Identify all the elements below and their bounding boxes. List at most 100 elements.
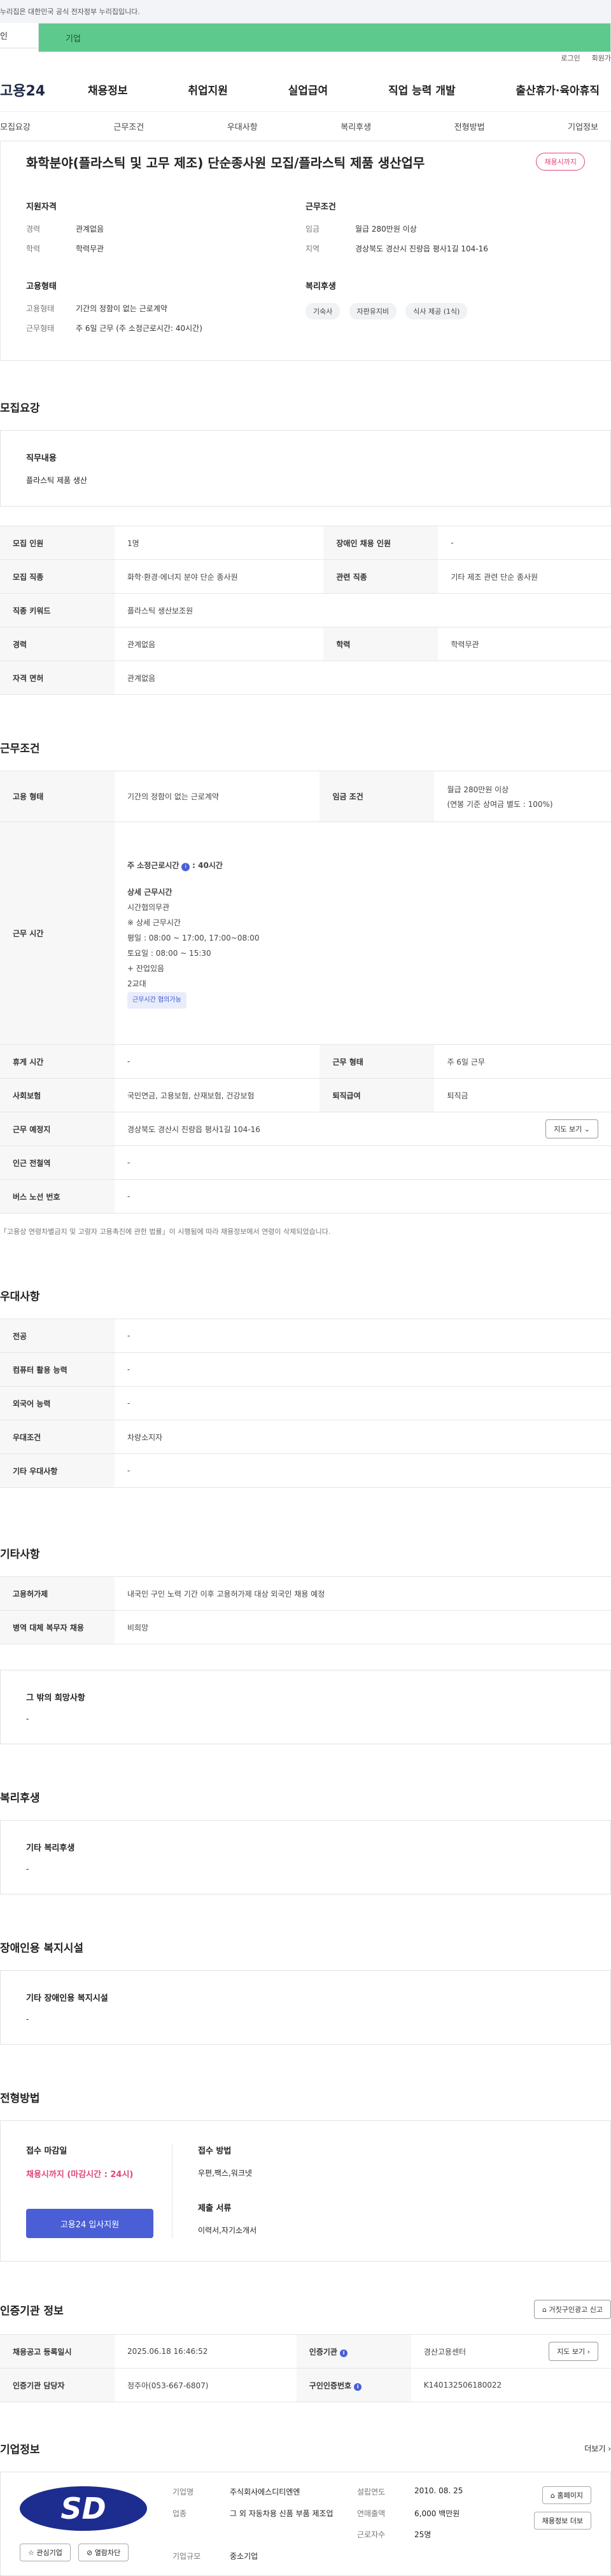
gnb-item-training[interactable]: 직업 능력 개발 [377, 81, 467, 97]
info-icon[interactable]: i [340, 2349, 348, 2357]
gnb-item-jobs[interactable]: 채용정보 [76, 81, 139, 97]
table-cell: 기간의 정함이 없는 근로계약 [115, 771, 320, 822]
tab-company[interactable]: 기업 [38, 23, 611, 52]
table-header: 컴퓨터 활용 능력 [0, 1352, 115, 1387]
signup-link[interactable]: 회원가 [592, 53, 611, 63]
deadline-badge: 채용시까지 [536, 153, 585, 171]
table-cell: 차량소지자 [115, 1420, 611, 1454]
homepage-button[interactable]: ⌂ 홈페이지 [542, 2486, 591, 2504]
hours-line: 토요일 : 08:00 ~ 15:30 [127, 949, 211, 958]
table-cell: K140132506180022 [411, 2368, 611, 2402]
favorite-company-button[interactable]: ☆ 관심기업 [20, 2544, 71, 2561]
gnb-item-support[interactable]: 취업지원 [176, 81, 239, 97]
table-row: 외국어 능력 - [0, 1386, 611, 1420]
deadline-value: 채용시까지 (마감시간 : 24시) [26, 2170, 134, 2180]
job-description-box: 직무내용 플라스틱 제품 생산 [0, 430, 611, 507]
tab-person[interactable]: 인 [0, 23, 38, 48]
table-row: 고용허가제 내국인 구인 노력 기간 이후 고용허가제 대상 외국인 채용 예정 [0, 1576, 611, 1611]
wage-line: (연봉 기준 상여금 별도 : 100%) [447, 799, 553, 809]
prefer-table: 전공 - 컴퓨터 활용 능력 - 외국어 능력 - 우대조건 차량소지자 기타 우대사항… [0, 1319, 611, 1488]
table-header: 휴게 시간 [0, 1044, 115, 1079]
table-header: 자격 면허 [0, 661, 115, 695]
section-tabs: 모집요강 근무조건 우대사항 복리후생 전형방법 기업정보 [0, 112, 611, 141]
table-cell: 정주아(053-667-6807) [115, 2368, 297, 2402]
tab-selection[interactable]: 전형방법 [454, 120, 485, 132]
table-header: 장애인 채용 인원 [323, 526, 439, 560]
tab-work[interactable]: 근무조건 [113, 120, 144, 132]
label: 연매출액 [357, 2509, 386, 2518]
table-header: 전공 [0, 1319, 115, 1353]
other-wishes-box: 그 밖의 희망사항 - [0, 1670, 611, 1744]
label: 설립연도 [357, 2488, 386, 2496]
gov-notice-bar: 누리집은 대한민국 공식 전자정부 누리집입니다. [0, 0, 611, 23]
table-header: 직종 키워드 [0, 593, 115, 627]
table-header: 기타 우대사항 [0, 1453, 115, 1488]
table-cell: - [115, 1352, 611, 1387]
table-header: 퇴직급여 [320, 1078, 435, 1112]
value: 경상북도 경산시 진량읍 평사1길 104-16 [355, 244, 488, 253]
etc-section-title: 기타사항 [0, 1548, 40, 1561]
recruit-section-title: 모집요강 [0, 402, 40, 415]
table-header: 채용공고 등록일시 [0, 2334, 115, 2369]
table-cell: 월급 280만원 이상 (연봉 기준 상여금 별도 : 100%) [434, 771, 611, 822]
table-row: 버스 노선 번호 - [0, 1179, 611, 1214]
gnb-item-leave[interactable]: 출산휴가·육아휴직 [504, 81, 611, 97]
tab-company[interactable]: 기업정보 [568, 120, 598, 132]
site-logo[interactable]: 고용24 [0, 80, 76, 100]
label: 근무형태 [26, 324, 55, 333]
etc-table: 고용허가제 내국인 구인 노력 기간 이후 고용허가제 대상 외국인 채용 예정 … [0, 1576, 611, 1644]
welfare-box-title: 기타 복리후생 [26, 1844, 75, 1853]
block-company-button[interactable]: ⊘ 열람차단 [78, 2544, 129, 2561]
hours-line: + 잔업있음 [127, 964, 165, 973]
table-header: 구인인증번호 i [296, 2368, 411, 2402]
table-header: 근무 예정지 [0, 1112, 115, 1146]
table-row: 병역 대체 복무자 채용 비희망 [0, 1610, 611, 1644]
company-info-grid: 기업명 주식회사에스디티엔엔 설립연도 2010. 08. 25 업종 그 외 … [172, 2486, 534, 2561]
table-row: 근무 예정지 경상북도 경산시 진량읍 평사1길 104-16 지도 보기 ⌄ [0, 1112, 611, 1146]
table-header: 학력 [323, 627, 439, 661]
agency-section-title: 인증기관 정보 [0, 2304, 64, 2318]
hours-line: ※ 상세 근무시간 [127, 918, 181, 927]
info-icon[interactable]: i [354, 2383, 362, 2391]
tab-welfare[interactable]: 복리후생 [341, 120, 371, 132]
welfare-section-title: 복리후생 [0, 1792, 40, 1805]
false-ad-report-button[interactable]: ⌂ 거짓구인광고 신고 [534, 2300, 611, 2319]
value: 관계없음 [76, 225, 104, 234]
docs-label: 제출 서류 [198, 2204, 232, 2213]
apply-button[interactable]: 고용24 입사지원 [26, 2209, 153, 2238]
table-cell: 기타 제조 관련 단순 종사원 [438, 559, 611, 594]
tab-recruit[interactable]: 모집요강 [0, 120, 31, 132]
job-description-text: 플라스틱 제품 생산 [26, 476, 87, 485]
hours-line: 2교대 [127, 979, 146, 988]
company-jobs-button[interactable]: 채용정보 더보 [533, 2512, 591, 2530]
job-title: 화학분야(플라스틱 및 고무 제조) 단순종사원 모집/플라스틱 제품 생산업무 [26, 155, 425, 171]
workers-value: 25명 [414, 2530, 432, 2539]
label: 근로자수 [357, 2530, 386, 2539]
age-law-note: 「고용상 연령차별금지 및 고령자 고용촉진에 관한 법률」이 시행됨에 따라 … [0, 1228, 331, 1236]
info-icon[interactable]: i [181, 863, 190, 871]
label: 임금 [306, 225, 320, 234]
table-header: 모집 직종 [0, 559, 115, 594]
agency-map-button[interactable]: 지도 보기 › [549, 2342, 598, 2361]
disabled-facility-box-text: - [26, 2015, 29, 2024]
label: 고용형태 [26, 304, 55, 313]
favorite-label: 관심기업 [36, 2549, 62, 2557]
other-wishes-title: 그 밖의 희망사항 [26, 1693, 85, 1703]
login-link[interactable]: 로그인 [561, 53, 580, 63]
table-cell: 주 6일 근무 [434, 1044, 611, 1079]
company-more-link[interactable]: 더보기 › [584, 2443, 611, 2454]
table-header: 인증기관 담당자 [0, 2368, 115, 2402]
table-row: 채용공고 등록일시 2025.06.18 16:46:52 인증기관 i 경산고… [0, 2334, 611, 2369]
label: 경력 [26, 225, 41, 234]
table-row: 자격 면허 관계없음 [0, 661, 611, 695]
gnb-item-unemployment[interactable]: 실업급여 [277, 81, 340, 97]
table-cell: 플라스틱 생산보조원 [115, 593, 611, 627]
table-cell: 관계없음 [115, 627, 324, 661]
tab-prefer[interactable]: 우대사항 [227, 120, 258, 132]
method-value: 우편,팩스,워크넷 [198, 2169, 252, 2178]
table-cell: - [115, 1044, 320, 1079]
chevron-right-icon: › [608, 2444, 611, 2453]
table-cell: 경상북도 경산시 진량읍 평사1길 104-16 지도 보기 ⌄ [115, 1112, 611, 1146]
table-cell: - [115, 1453, 611, 1488]
map-view-button[interactable]: 지도 보기 ⌄ [545, 1119, 598, 1138]
